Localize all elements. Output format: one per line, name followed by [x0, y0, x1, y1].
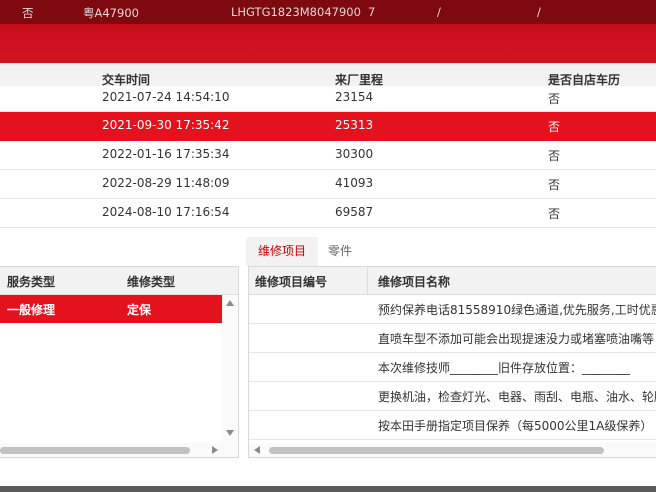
cell-service-type: 一般修理 — [7, 303, 56, 317]
column-header-repair-type[interactable]: 维修类型 — [127, 273, 175, 290]
cell-mileage: 23154 — [335, 90, 374, 104]
scroll-thumb[interactable] — [0, 447, 190, 454]
cell-delivery-time: 2022-08-29 11:48:09 — [102, 176, 230, 190]
column-header-item-code[interactable]: 维修项目编号 — [255, 273, 327, 290]
table-row[interactable]: 2024-08-10 17:16:54 69587 否 — [0, 199, 656, 228]
horizontal-scrollbar[interactable] — [0, 443, 238, 457]
summary-vin: LHGTG1823M8047900 — [231, 5, 361, 19]
items-table-header: 维修项目编号 维修项目名称 — [249, 267, 656, 295]
tab-repair-items[interactable]: 维修项目 — [246, 237, 318, 266]
vertical-scrollbar[interactable] — [222, 295, 238, 443]
service-type-panel: 服务类型 维修类型 一般修理 定保 — [0, 266, 239, 458]
cell-delivery-time: 2021-09-30 17:35:42 — [102, 118, 230, 132]
service-table-header: 服务类型 维修类型 — [0, 267, 238, 295]
scroll-right-icon[interactable] — [212, 446, 218, 454]
column-divider[interactable] — [367, 267, 368, 294]
cell-mileage: 41093 — [335, 176, 374, 190]
column-header-item-name[interactable]: 维修项目名称 — [378, 273, 450, 290]
cell-repair-type: 定保 — [127, 303, 152, 317]
cell-delivery-time: 2022-01-16 17:35:34 — [102, 147, 230, 161]
cell-mileage: 30300 — [335, 147, 374, 161]
table-row[interactable]: 直喷车型不添加可能会出现提速没力或堵塞喷油嘴等 — [249, 324, 656, 353]
table-row[interactable]: 2021-07-24 14:54:10 23154 否 — [0, 86, 656, 112]
summary-sep-1: / — [437, 5, 441, 19]
cell-in-store: 否 — [548, 207, 561, 221]
scroll-left-icon[interactable] — [254, 446, 260, 454]
table-row-selected[interactable]: 2021-09-30 17:35:42 25313 否 — [0, 112, 656, 141]
bottom-bar — [0, 486, 656, 492]
cell-item-name: 预约保养电话81558910绿色通道,优先服务,工时优惠 — [378, 303, 656, 317]
cell-item-name: 直喷车型不添加可能会出现提速没力或堵塞喷油嘴等 — [378, 332, 655, 346]
summary-sep-2: / — [537, 5, 541, 19]
table-row[interactable]: 本次维修技师________旧件存放位置：________ — [249, 353, 656, 382]
repair-items-panel: 维修项目编号 维修项目名称 预约保养电话81558910绿色通道,优先服务,工时… — [248, 266, 656, 458]
scroll-thumb[interactable] — [269, 447, 604, 454]
scroll-up-icon[interactable] — [226, 300, 234, 306]
summary-count: 7 — [368, 5, 376, 19]
column-header-service-type[interactable]: 服务类型 — [7, 273, 55, 290]
service-row-selected[interactable]: 一般修理 定保 — [0, 295, 222, 323]
cell-in-store: 否 — [548, 149, 561, 163]
cell-in-store: 否 — [548, 120, 561, 134]
cell-delivery-time: 2021-07-24 14:54:10 — [102, 90, 230, 104]
table-row[interactable]: 2022-08-29 11:48:09 41093 否 — [0, 170, 656, 199]
cell-mileage: 69587 — [335, 205, 374, 219]
summary-flag: 否 — [22, 6, 34, 20]
cell-item-name: 更换机油，检查灯光、电器、雨刮、电瓶、油水、轮胎 — [378, 390, 656, 404]
table-row[interactable]: 更换机油，检查灯光、电器、雨刮、电瓶、油水、轮胎 — [249, 382, 656, 411]
cell-delivery-time: 2024-08-10 17:16:54 — [102, 205, 230, 219]
cell-item-name: 本次维修技师________旧件存放位置：________ — [378, 361, 631, 375]
table-row[interactable]: 2022-01-16 17:35:34 30300 否 — [0, 141, 656, 170]
record-summary-bar: 否 粤A47900 LHGTG1823M8047900 7 / / — [0, 0, 656, 24]
header-band — [0, 24, 656, 63]
summary-plate: 粤A47900 — [83, 6, 139, 20]
cell-in-store: 否 — [548, 92, 561, 106]
tab-parts[interactable]: 零件 — [328, 237, 364, 266]
cell-mileage: 25313 — [335, 118, 374, 132]
horizontal-scrollbar[interactable] — [249, 443, 656, 457]
table-row[interactable]: 预约保养电话81558910绿色通道,优先服务,工时优惠 — [249, 295, 656, 324]
table-row[interactable]: 按本田手册指定项目保养（每5000公里1A级保养） — [249, 411, 656, 440]
scroll-down-icon[interactable] — [226, 430, 234, 436]
cell-item-name: 按本田手册指定项目保养（每5000公里1A级保养） — [378, 419, 653, 433]
cell-in-store: 否 — [548, 178, 561, 192]
